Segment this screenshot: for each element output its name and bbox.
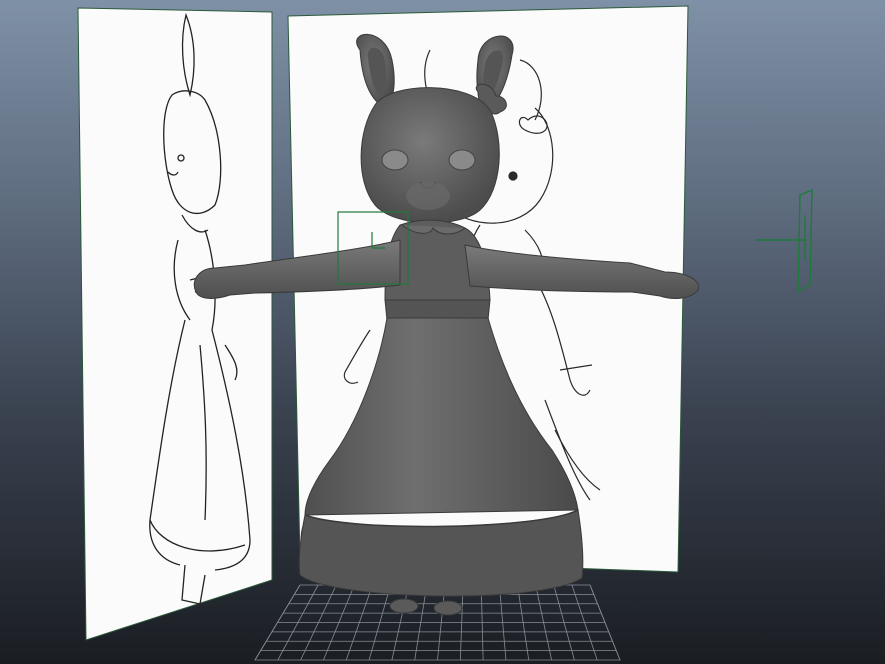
scene-canvas[interactable] [0, 0, 885, 664]
manipulator-icon[interactable] [755, 188, 813, 294]
waist [384, 299, 491, 321]
side-reference-image-plane[interactable] [77, 7, 273, 641]
maya-3d-viewport[interactable] [0, 0, 885, 664]
